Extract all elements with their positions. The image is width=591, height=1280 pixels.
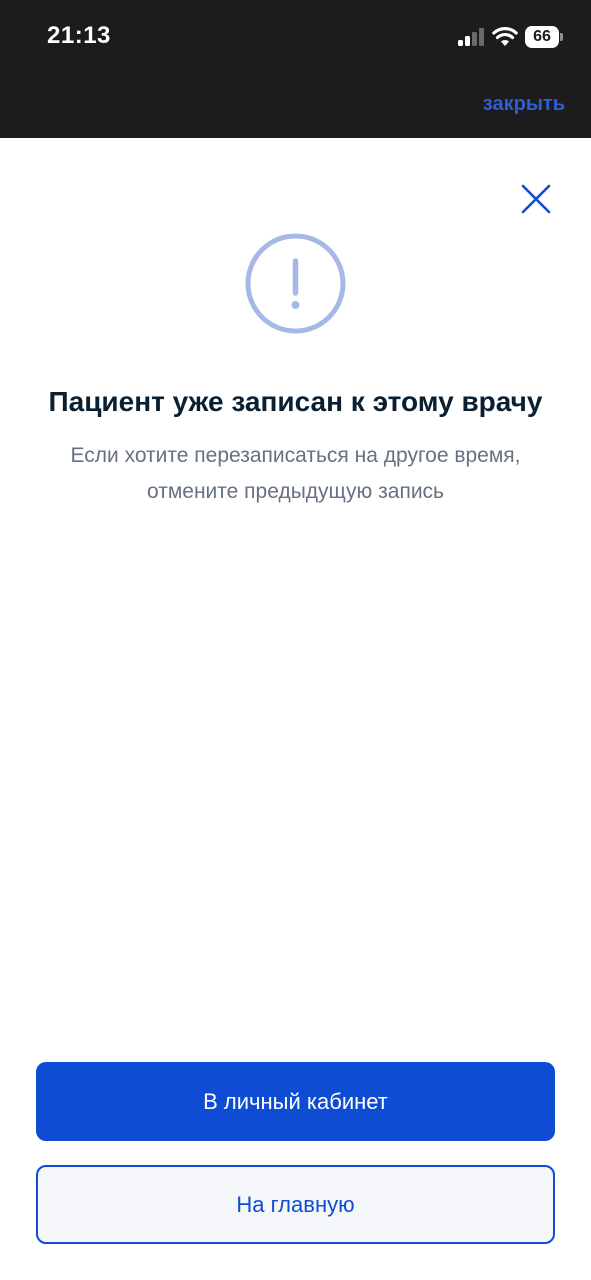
personal-account-button[interactable]: В личный кабинет (36, 1062, 555, 1141)
cellular-signal-icon (458, 28, 484, 46)
dialog-message-line: Если хотите перезаписаться на другое вре… (70, 444, 521, 467)
dialog-title: Пациент уже записан к этому врачу (48, 386, 543, 417)
close-link[interactable]: закрыть (483, 93, 565, 116)
dialog-message: Если хотите перезаписаться на другое вре… (30, 438, 561, 510)
battery-level: 66 (525, 26, 559, 48)
wifi-icon (492, 27, 518, 46)
dialog-message-line: отмените предыдущую запись (147, 480, 444, 503)
battery-tip (560, 33, 563, 41)
close-icon[interactable] (519, 182, 553, 216)
status-time: 21:13 (47, 22, 111, 49)
status-bar: 21:13 66 закрыть (0, 0, 591, 138)
exclamation-circle-icon (245, 233, 346, 334)
home-button[interactable]: На главную (36, 1165, 555, 1244)
